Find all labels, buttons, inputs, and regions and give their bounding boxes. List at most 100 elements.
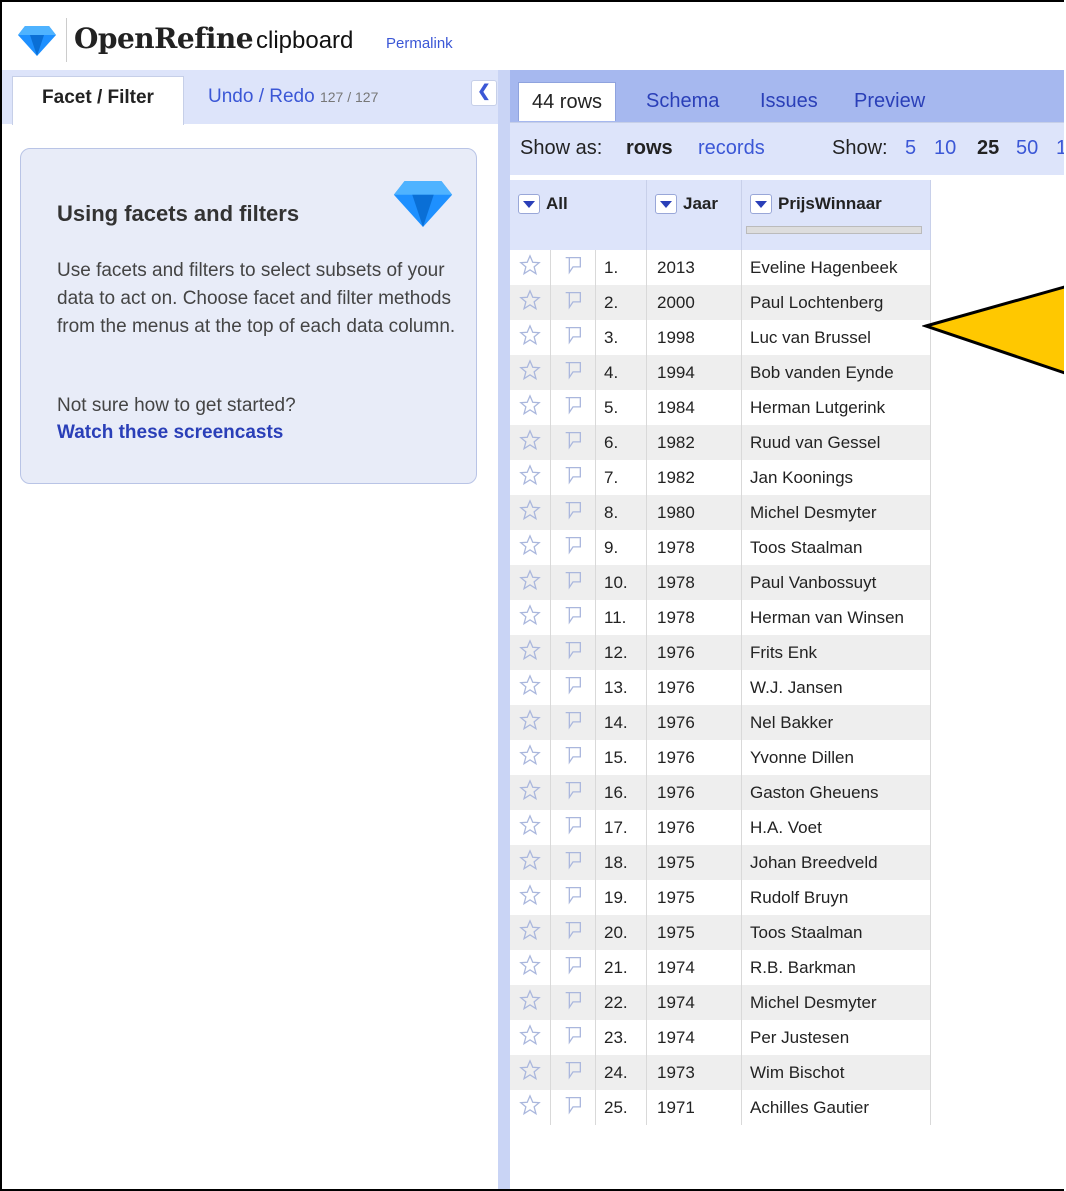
prijswinnaar-cell[interactable]: Michel Desmyter: [741, 985, 931, 1020]
flag-icon[interactable]: [562, 324, 584, 346]
flag-cell[interactable]: [550, 390, 596, 425]
flag-cell[interactable]: [550, 1055, 596, 1090]
flag-cell[interactable]: [550, 915, 596, 950]
prijswinnaar-cell[interactable]: Yvonne Dillen: [741, 740, 931, 775]
dropdown-arrow-icon[interactable]: [750, 194, 772, 214]
star-cell[interactable]: [510, 740, 551, 775]
flag-cell[interactable]: [550, 355, 596, 390]
flag-icon[interactable]: [562, 1094, 584, 1116]
jaar-cell[interactable]: 1982: [646, 425, 742, 460]
star-icon[interactable]: [519, 324, 541, 346]
star-icon[interactable]: [519, 534, 541, 556]
prijswinnaar-cell[interactable]: Jan Koonings: [741, 460, 931, 495]
star-cell[interactable]: [510, 670, 551, 705]
star-icon[interactable]: [519, 709, 541, 731]
star-icon[interactable]: [519, 289, 541, 311]
flag-cell[interactable]: [550, 670, 596, 705]
star-cell[interactable]: [510, 250, 551, 285]
star-cell[interactable]: [510, 565, 551, 600]
show-as-rows[interactable]: rows: [626, 137, 673, 160]
star-icon[interactable]: [519, 499, 541, 521]
star-icon[interactable]: [519, 1094, 541, 1116]
prijswinnaar-cell[interactable]: Michel Desmyter: [741, 495, 931, 530]
flag-cell[interactable]: [550, 320, 596, 355]
star-cell[interactable]: [510, 425, 551, 460]
flag-icon[interactable]: [562, 744, 584, 766]
star-cell[interactable]: [510, 985, 551, 1020]
star-cell[interactable]: [510, 810, 551, 845]
flag-cell[interactable]: [550, 600, 596, 635]
jaar-cell[interactable]: 2000: [646, 285, 742, 320]
column-prijswinnaar[interactable]: PrijsWinnaar: [741, 180, 931, 250]
jaar-cell[interactable]: 1975: [646, 915, 742, 950]
flag-icon[interactable]: [562, 814, 584, 836]
star-icon[interactable]: [519, 989, 541, 1011]
star-icon[interactable]: [519, 569, 541, 591]
star-icon[interactable]: [519, 394, 541, 416]
prijswinnaar-cell[interactable]: Bob vanden Eynde: [741, 355, 931, 390]
prijswinnaar-cell[interactable]: Paul Vanbossuyt: [741, 565, 931, 600]
star-icon[interactable]: [519, 1059, 541, 1081]
jaar-cell[interactable]: 1976: [646, 810, 742, 845]
jaar-cell[interactable]: 1978: [646, 530, 742, 565]
star-icon[interactable]: [519, 779, 541, 801]
jaar-cell[interactable]: 1974: [646, 1020, 742, 1055]
prijswinnaar-cell[interactable]: Wim Bischot: [741, 1055, 931, 1090]
page-size-more[interactable]: 1: [1056, 137, 1064, 160]
jaar-cell[interactable]: 1994: [646, 355, 742, 390]
prijswinnaar-cell[interactable]: Gaston Gheuens: [741, 775, 931, 810]
flag-cell[interactable]: [550, 740, 596, 775]
tab-undo-redo[interactable]: Undo / Redo 127 / 127: [208, 76, 378, 124]
flag-icon[interactable]: [562, 499, 584, 521]
star-icon[interactable]: [519, 604, 541, 626]
star-cell[interactable]: [510, 915, 551, 950]
star-icon[interactable]: [519, 919, 541, 941]
jaar-cell[interactable]: 1975: [646, 845, 742, 880]
flag-icon[interactable]: [562, 289, 584, 311]
show-as-records[interactable]: records: [698, 137, 765, 160]
flag-icon[interactable]: [562, 919, 584, 941]
prijswinnaar-cell[interactable]: Johan Breedveld: [741, 845, 931, 880]
star-cell[interactable]: [510, 775, 551, 810]
star-icon[interactable]: [519, 814, 541, 836]
flag-cell[interactable]: [550, 285, 596, 320]
jaar-cell[interactable]: 1998: [646, 320, 742, 355]
page-size-25[interactable]: 25: [977, 137, 999, 160]
flag-cell[interactable]: [550, 845, 596, 880]
column-all[interactable]: All: [510, 180, 647, 250]
star-cell[interactable]: [510, 600, 551, 635]
jaar-cell[interactable]: 1976: [646, 635, 742, 670]
prijswinnaar-cell[interactable]: Eveline Hagenbeek: [741, 250, 931, 285]
jaar-cell[interactable]: 1971: [646, 1090, 742, 1125]
star-cell[interactable]: [510, 320, 551, 355]
prijswinnaar-cell[interactable]: Frits Enk: [741, 635, 931, 670]
flag-cell[interactable]: [550, 705, 596, 740]
jaar-cell[interactable]: 1978: [646, 600, 742, 635]
collapse-panel-button[interactable]: ❮: [471, 80, 497, 106]
star-icon[interactable]: [519, 254, 541, 276]
flag-icon[interactable]: [562, 639, 584, 661]
star-icon[interactable]: [519, 1024, 541, 1046]
flag-cell[interactable]: [550, 460, 596, 495]
tab-preview[interactable]: Preview: [854, 82, 925, 120]
jaar-cell[interactable]: 1980: [646, 495, 742, 530]
prijswinnaar-cell[interactable]: Paul Lochtenberg: [741, 285, 931, 320]
flag-icon[interactable]: [562, 954, 584, 976]
star-cell[interactable]: [510, 460, 551, 495]
star-cell[interactable]: [510, 635, 551, 670]
prijswinnaar-cell[interactable]: R.B. Barkman: [741, 950, 931, 985]
flag-icon[interactable]: [562, 674, 584, 696]
permalink-link[interactable]: Permalink: [386, 35, 453, 52]
jaar-cell[interactable]: 1976: [646, 740, 742, 775]
star-cell[interactable]: [510, 1090, 551, 1125]
star-cell[interactable]: [510, 285, 551, 320]
star-icon[interactable]: [519, 849, 541, 871]
prijswinnaar-cell[interactable]: Nel Bakker: [741, 705, 931, 740]
jaar-cell[interactable]: 1978: [646, 565, 742, 600]
flag-cell[interactable]: [550, 950, 596, 985]
page-size-50[interactable]: 50: [1016, 137, 1038, 160]
prijswinnaar-cell[interactable]: Luc van Brussel: [741, 320, 931, 355]
star-cell[interactable]: [510, 1055, 551, 1090]
star-cell[interactable]: [510, 880, 551, 915]
flag-cell[interactable]: [550, 635, 596, 670]
